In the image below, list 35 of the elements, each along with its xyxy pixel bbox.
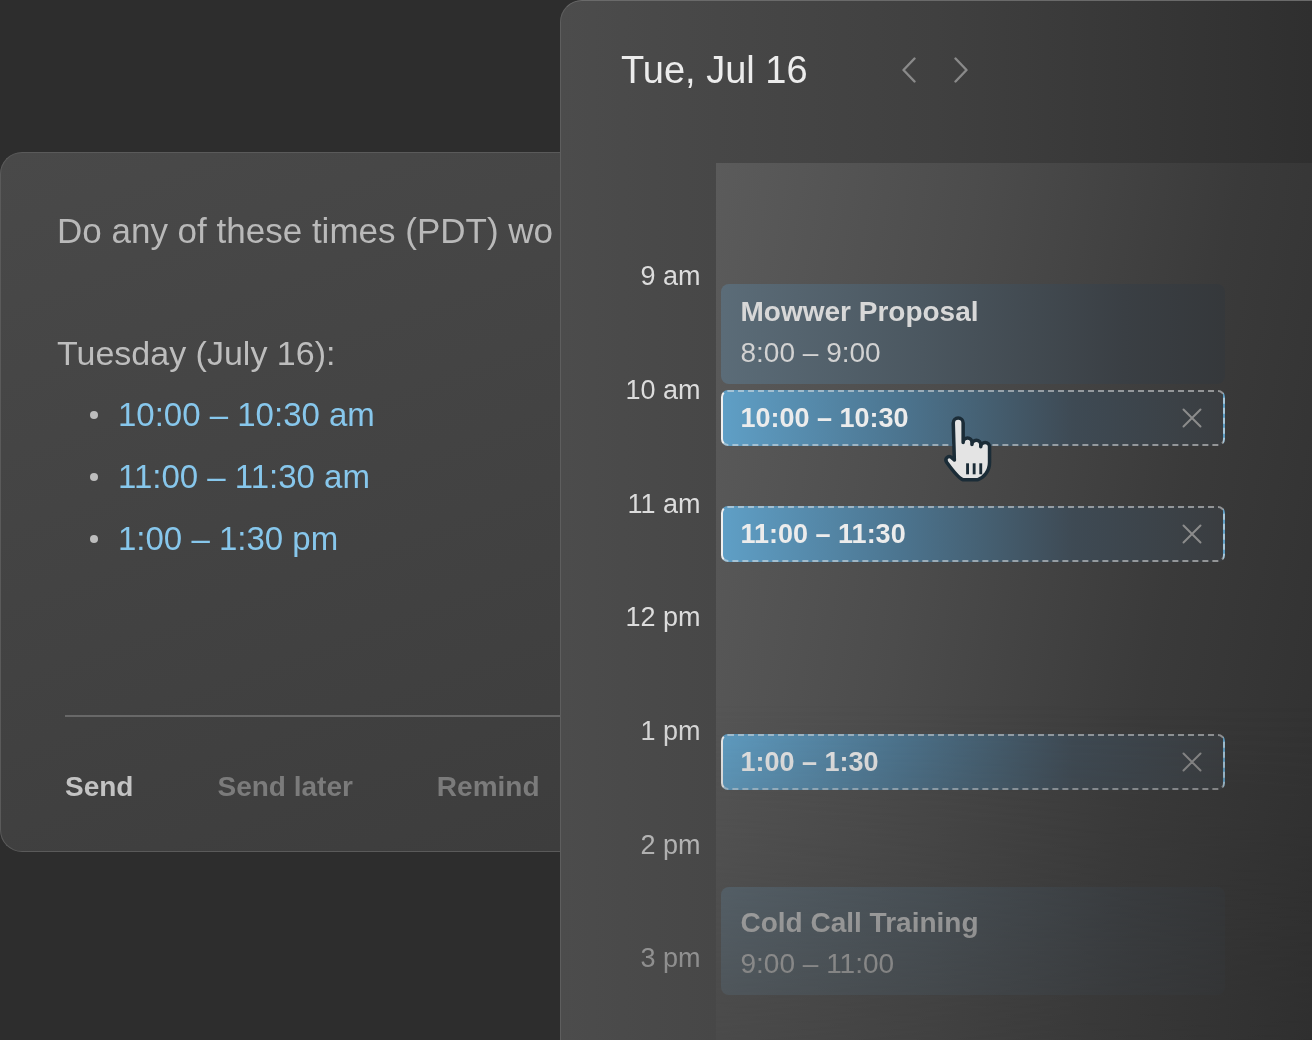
bullet-icon xyxy=(90,535,98,543)
bullet-icon xyxy=(90,473,98,481)
day-heading: Tuesday (July 16): xyxy=(57,333,336,374)
time-option-link[interactable]: 1:00 – 1:30 pm xyxy=(118,518,339,560)
proposed-slot[interactable]: 11:00 – 11:30 xyxy=(720,505,1225,562)
close-icon[interactable] xyxy=(1181,523,1202,544)
hour-label: 3 pm xyxy=(640,942,701,975)
date-title: Tue, Jul 16 xyxy=(621,48,808,93)
time-option-link[interactable]: 10:00 – 10:30 am xyxy=(118,394,375,436)
hour-label: 10 am xyxy=(625,374,701,407)
close-icon[interactable] xyxy=(1181,407,1202,428)
chevron-left-icon[interactable] xyxy=(901,57,916,83)
event-time: 9:00 – 11:00 xyxy=(740,946,896,981)
hour-label: 12 pm xyxy=(625,601,701,634)
slot-time: 1:00 – 1:30 xyxy=(740,745,879,778)
remind-button[interactable]: Remind xyxy=(436,766,540,807)
event-title: Mowwer Proposal xyxy=(740,294,980,329)
hour-label: 1 pm xyxy=(640,715,701,748)
event-title: Cold Call Training xyxy=(740,905,980,940)
time-option-link[interactable]: 11:00 – 11:30 am xyxy=(118,456,370,498)
send-later-button[interactable]: Send later xyxy=(217,766,353,807)
chevron-right-icon[interactable] xyxy=(953,57,968,83)
event-time: 8:00 – 9:00 xyxy=(740,335,882,370)
hour-label: 11 am xyxy=(627,487,701,520)
slot-time: 10:00 – 10:30 xyxy=(740,401,909,434)
calendar-event[interactable]: Cold Call Training 9:00 – 11:00 xyxy=(720,886,1225,995)
slot-time: 11:00 – 11:30 xyxy=(740,517,906,550)
send-button[interactable]: Send xyxy=(65,766,134,807)
message-text: Do any of these times (PDT) wo xyxy=(57,210,553,252)
bullet-icon xyxy=(90,411,98,419)
proposed-slot[interactable]: 1:00 – 1:30 xyxy=(720,733,1225,790)
calendar-event[interactable]: Mowwer Proposal 8:00 – 9:00 xyxy=(720,283,1225,384)
hour-label: 9 am xyxy=(640,260,701,293)
close-icon[interactable] xyxy=(1181,751,1202,772)
hour-label: 2 pm xyxy=(640,828,701,861)
